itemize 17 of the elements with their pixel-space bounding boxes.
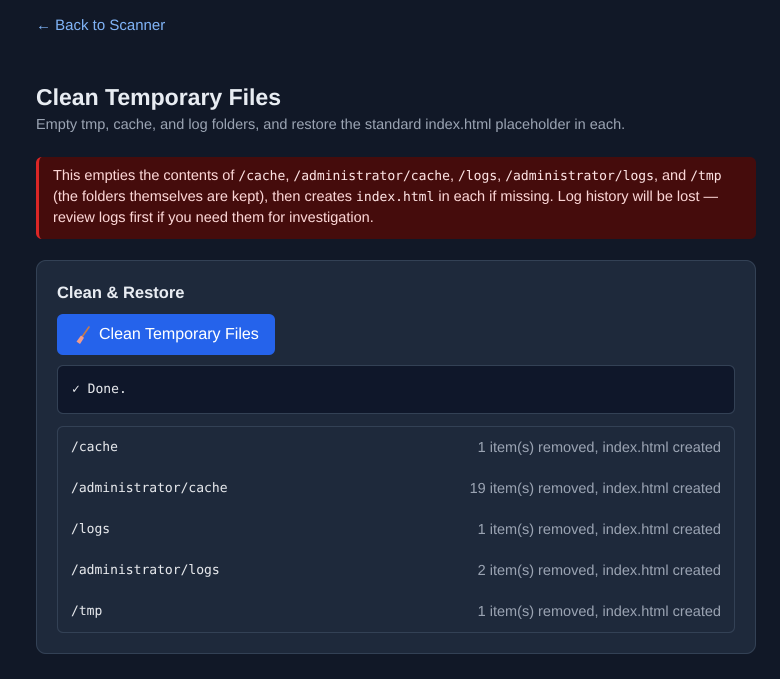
clean-button[interactable]: Clean Temporary Files (57, 314, 275, 355)
status-output: ✓ Done. (57, 365, 735, 414)
result-text: 1 item(s) removed, index.html created (478, 604, 721, 620)
result-text: 2 item(s) removed, index.html created (478, 562, 721, 578)
result-path: /administrator/cache (71, 481, 228, 496)
result-path: /tmp (71, 604, 102, 619)
result-path: /logs (71, 522, 110, 537)
page-subtitle: Empty tmp, cache, and log folders, and restore the standard index.html placeholder in each. (36, 116, 626, 135)
warning-message: This empties the contents of /cache, /administrator/cache, /logs, /administrator/logs, and /tmp (the folders themselves are kept), then creates index.html in each if missing. Log history will be lost — review logs first if you need them for investigation. (36, 157, 756, 239)
result-path: /administrator/logs (71, 563, 220, 578)
result-text: 19 item(s) removed, index.html created (470, 480, 721, 496)
result-path: /cache (71, 440, 118, 455)
page-title: Clean Temporary Files (36, 83, 282, 111)
result-text: 1 item(s) removed, index.html created (478, 440, 721, 456)
result-text: 1 item(s) removed, index.html created (478, 522, 721, 538)
back-link[interactable]: ← Back to Scanner (36, 17, 166, 34)
card-title: Clean & Restore (57, 283, 186, 304)
